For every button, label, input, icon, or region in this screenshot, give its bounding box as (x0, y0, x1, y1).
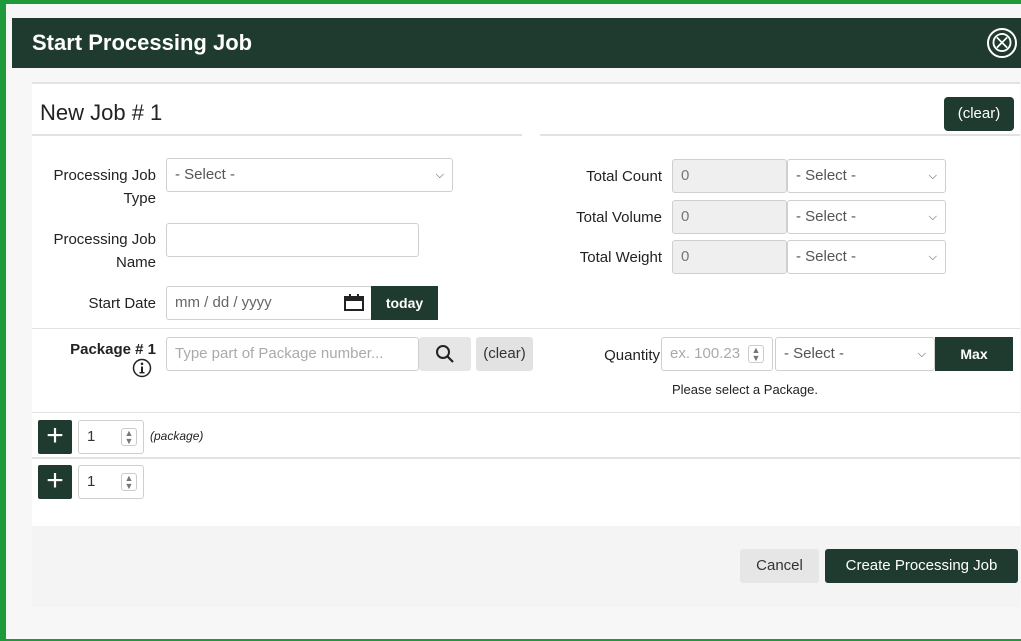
info-icon[interactable] (132, 358, 152, 383)
divider (32, 457, 1020, 459)
clear-job-button[interactable]: (clear) (944, 97, 1014, 131)
package-search-input[interactable]: Type part of Package number... (166, 337, 419, 371)
total-volume-unit-value: - Select - (796, 208, 857, 225)
total-count-label: Total Count (586, 168, 662, 185)
job-title: New Job # 1 (40, 100, 163, 125)
spinner-icon[interactable]: ▲ ▼ (121, 473, 137, 491)
package-suffix: (package) (150, 429, 204, 443)
chevron-down-icon: ⌵ (928, 170, 937, 182)
quantity-unit-select[interactable]: - Select - ⌵ (775, 337, 935, 371)
dialog-title: Start Processing Job (32, 30, 253, 55)
processing-job-type-select[interactable]: - Select - ⌵ (166, 158, 453, 192)
plus-icon: + (46, 464, 64, 497)
plus-icon: + (46, 419, 64, 452)
package-hint: Please select a Package. (672, 382, 818, 397)
chevron-down-icon: ⌵ (928, 211, 937, 223)
processing-job-type-label: Processing Job Type (53, 167, 156, 207)
divider (32, 328, 1020, 329)
package-search-button[interactable] (419, 337, 471, 371)
cancel-button[interactable]: Cancel (740, 549, 819, 583)
dialog-body: New Job # 1 (clear) Processing Job Type … (32, 82, 1020, 607)
divider (32, 82, 1020, 84)
total-weight-input[interactable]: 0 (672, 240, 787, 274)
add-output-button[interactable]: + (38, 465, 72, 499)
chevron-down-icon: ⌵ (928, 251, 937, 263)
dialog-footer: Cancel Create Processing Job (32, 526, 1020, 607)
spinner-icon[interactable]: ▲ ▼ (748, 345, 764, 363)
max-button[interactable]: Max (935, 337, 1013, 371)
quantity-unit-value: - Select - (784, 345, 845, 362)
divider (32, 412, 1020, 413)
total-count-unit-value: - Select - (796, 167, 857, 184)
spinner-icon[interactable]: ▲ ▼ (121, 428, 137, 446)
total-weight-unit-value: - Select - (796, 248, 857, 265)
package-clear-button[interactable]: (clear) (476, 337, 533, 371)
dialog-titlebar: Start Processing Job ⨂ (12, 18, 1021, 68)
start-date-input[interactable]: mm / dd / yyyy (166, 286, 372, 320)
divider (540, 134, 1020, 136)
processing-job-name-label: Processing Job Name (53, 231, 156, 271)
quantity-input[interactable]: ex. 100.23 ▲ ▼ (661, 337, 773, 371)
total-count-input[interactable]: 0 (672, 159, 787, 193)
output-count-value: 1 (87, 473, 96, 490)
processing-job-name-input[interactable] (166, 223, 419, 257)
total-weight-label: Total Weight (579, 249, 662, 266)
chevron-down-icon: ⌵ (917, 348, 926, 360)
quantity-placeholder: ex. 100.23 (670, 345, 741, 362)
package-count-value: 1 (87, 428, 96, 445)
package-count-stepper[interactable]: 1 ▲ ▼ (78, 420, 144, 454)
output-count-stepper[interactable]: 1 ▲ ▼ (78, 465, 144, 499)
start-date-placeholder: mm / dd / yyyy (175, 294, 272, 311)
start-date-label: Start Date (88, 295, 156, 312)
calendar-icon[interactable] (343, 287, 365, 319)
chevron-down-icon: ⌵ (435, 169, 444, 181)
processing-job-type-value: - Select - (175, 166, 236, 183)
divider (32, 134, 522, 136)
create-processing-job-button[interactable]: Create Processing Job (825, 549, 1018, 583)
today-button[interactable]: today (371, 286, 438, 320)
search-icon (436, 345, 454, 363)
quantity-label: Quantity (604, 347, 660, 364)
add-package-button[interactable]: + (38, 420, 72, 454)
total-weight-unit-select[interactable]: - Select - ⌵ (787, 240, 946, 274)
total-count-unit-select[interactable]: - Select - ⌵ (787, 159, 946, 193)
total-volume-label: Total Volume (576, 209, 662, 226)
start-processing-job-dialog: Start Processing Job ⨂ New Job # 1 (clea… (0, 0, 1021, 641)
total-volume-input[interactable]: 0 (672, 200, 787, 234)
close-icon[interactable]: ⨂ (987, 28, 1017, 58)
total-volume-unit-select[interactable]: - Select - ⌵ (787, 200, 946, 234)
